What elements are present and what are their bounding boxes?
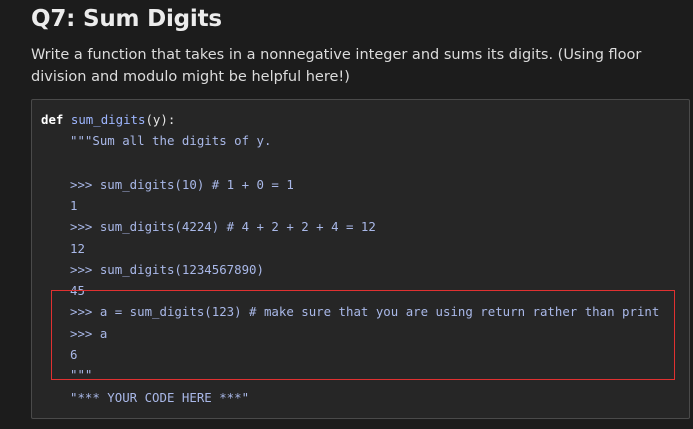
code-line: 6 xyxy=(70,347,78,362)
function-name: sum_digits xyxy=(70,112,146,127)
docstring-open: """Sum all the digits of y. xyxy=(70,133,272,148)
code-line: 1 xyxy=(70,198,78,213)
code-line-docstring: """Sum all the digits of y. xyxy=(41,131,271,151)
code-line-placeholder: "*** YOUR CODE HERE ***" xyxy=(70,390,250,405)
code-line: >>> a xyxy=(70,326,108,341)
def-keyword: def xyxy=(41,112,64,127)
code-line: >>> sum_digits(10) # 1 + 0 = 1 xyxy=(70,177,294,192)
code-line: >>> sum_digits(4224) # 4 + 2 + 2 + 4 = 1… xyxy=(70,219,376,234)
code-line: 12 xyxy=(70,241,85,256)
code-line-def: def sum_digits(y): xyxy=(41,110,175,130)
code-line: >>> a = sum_digits(123) # make sure that… xyxy=(70,304,660,319)
code-block[interactable]: def sum_digits(y): """Sum all the digits… xyxy=(31,99,690,419)
code-line: 45 xyxy=(70,283,85,298)
question-title: Q7: Sum Digits xyxy=(31,6,222,32)
function-signature: (y): xyxy=(145,112,176,127)
question-description: Write a function that takes in a nonnega… xyxy=(31,47,642,85)
code-line: """ xyxy=(70,367,93,382)
code-line: >>> sum_digits(1234567890) xyxy=(70,262,264,277)
